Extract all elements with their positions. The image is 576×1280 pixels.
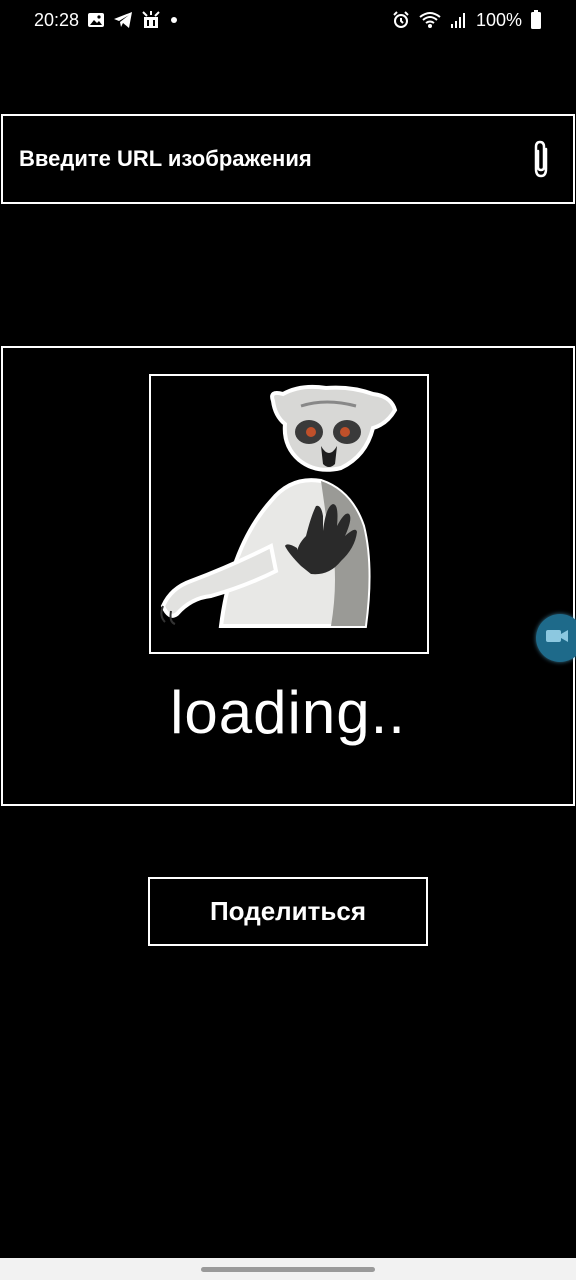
battery-icon — [530, 10, 542, 30]
url-input-placeholder: Введите URL изображения — [19, 146, 312, 171]
paperclip-icon[interactable] — [525, 138, 557, 180]
dot-icon — [169, 15, 179, 25]
share-button-label: Поделиться — [209, 896, 367, 926]
status-bar-right: 100% — [392, 10, 542, 31]
lemur-image — [149, 374, 429, 654]
wifi-icon — [418, 11, 442, 29]
floating-video-button[interactable] — [536, 614, 576, 662]
gallery-icon — [87, 11, 105, 29]
signal-icon — [450, 11, 468, 29]
telegram-icon — [113, 11, 133, 29]
status-bar-left: 20:28 — [34, 10, 179, 31]
status-time: 20:28 — [34, 9, 80, 30]
navigation-bar — [0, 1258, 576, 1280]
url-input-field[interactable]: Введите URL изображения — [1, 114, 575, 204]
alarm-icon — [392, 11, 410, 29]
home-gesture-handle[interactable] — [201, 1266, 375, 1272]
notification-icon — [141, 10, 161, 30]
share-button[interactable]: Поделиться — [148, 877, 428, 946]
status-bar: 20:28 100% — [0, 0, 576, 40]
battery-percent: 100% — [475, 9, 522, 30]
preview-card: loading.. — [1, 346, 575, 806]
loading-status-text: loading.. — [170, 679, 406, 746]
video-camera-icon — [546, 628, 570, 649]
